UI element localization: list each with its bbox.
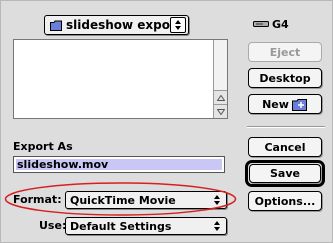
disk-name: G4	[272, 17, 289, 31]
location-popup-label: slideshow export	[66, 18, 170, 32]
file-list-scrollbar[interactable]	[213, 40, 227, 118]
use-popup-value: Default Settings	[70, 219, 172, 233]
new-folder-label: New	[262, 97, 289, 111]
scroll-up-arrow-icon[interactable]	[214, 90, 227, 104]
scroll-down-arrow-icon[interactable]	[214, 104, 227, 118]
save-button[interactable]: Save	[249, 164, 321, 183]
save-dialog: slideshow export G4 Eject Desktop New	[0, 0, 333, 243]
new-folder-icon	[291, 98, 307, 111]
new-folder-button[interactable]: New	[248, 94, 322, 114]
updown-arrows-icon	[210, 220, 224, 232]
location-popup[interactable]: slideshow export	[44, 15, 189, 35]
eject-button[interactable]: Eject	[248, 42, 322, 62]
disk-label: G4	[253, 17, 323, 31]
filename-field[interactable]: slideshow.mov	[13, 156, 225, 173]
format-popup-value: QuickTime Movie	[70, 193, 176, 207]
cancel-button[interactable]: Cancel	[248, 137, 322, 157]
use-label: Use:	[39, 219, 67, 232]
format-label: Format:	[13, 193, 62, 206]
updown-arrows-icon	[210, 194, 224, 206]
options-button[interactable]: Options...	[248, 191, 322, 211]
desktop-button[interactable]: Desktop	[248, 68, 322, 88]
format-popup[interactable]: QuickTime Movie	[65, 191, 227, 209]
file-list[interactable]	[13, 39, 228, 119]
button-divider	[247, 126, 325, 128]
use-popup[interactable]: Default Settings	[65, 217, 227, 235]
updown-arrows-icon	[170, 17, 186, 33]
filename-value: slideshow.mov	[17, 158, 109, 171]
hard-disk-icon	[253, 21, 269, 27]
export-as-label: Export As	[13, 140, 73, 153]
folder-icon	[50, 20, 62, 31]
